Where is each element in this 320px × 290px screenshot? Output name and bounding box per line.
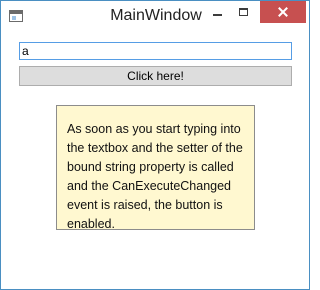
close-button[interactable] bbox=[260, 1, 306, 23]
maximize-button[interactable] bbox=[230, 1, 256, 23]
text-input[interactable]: a bbox=[19, 42, 292, 60]
info-note: As soon as you start typing into the tex… bbox=[56, 105, 255, 231]
window-icon[interactable] bbox=[9, 10, 23, 22]
main-window: MainWindow a Click here! As soon as you … bbox=[0, 0, 310, 290]
title-bar[interactable]: MainWindow bbox=[1, 1, 309, 31]
maximize-icon bbox=[238, 8, 248, 16]
minimize-icon bbox=[212, 14, 222, 16]
click-here-button[interactable]: Click here! bbox=[19, 66, 292, 86]
close-icon bbox=[278, 7, 288, 17]
minimize-button[interactable] bbox=[204, 1, 230, 23]
